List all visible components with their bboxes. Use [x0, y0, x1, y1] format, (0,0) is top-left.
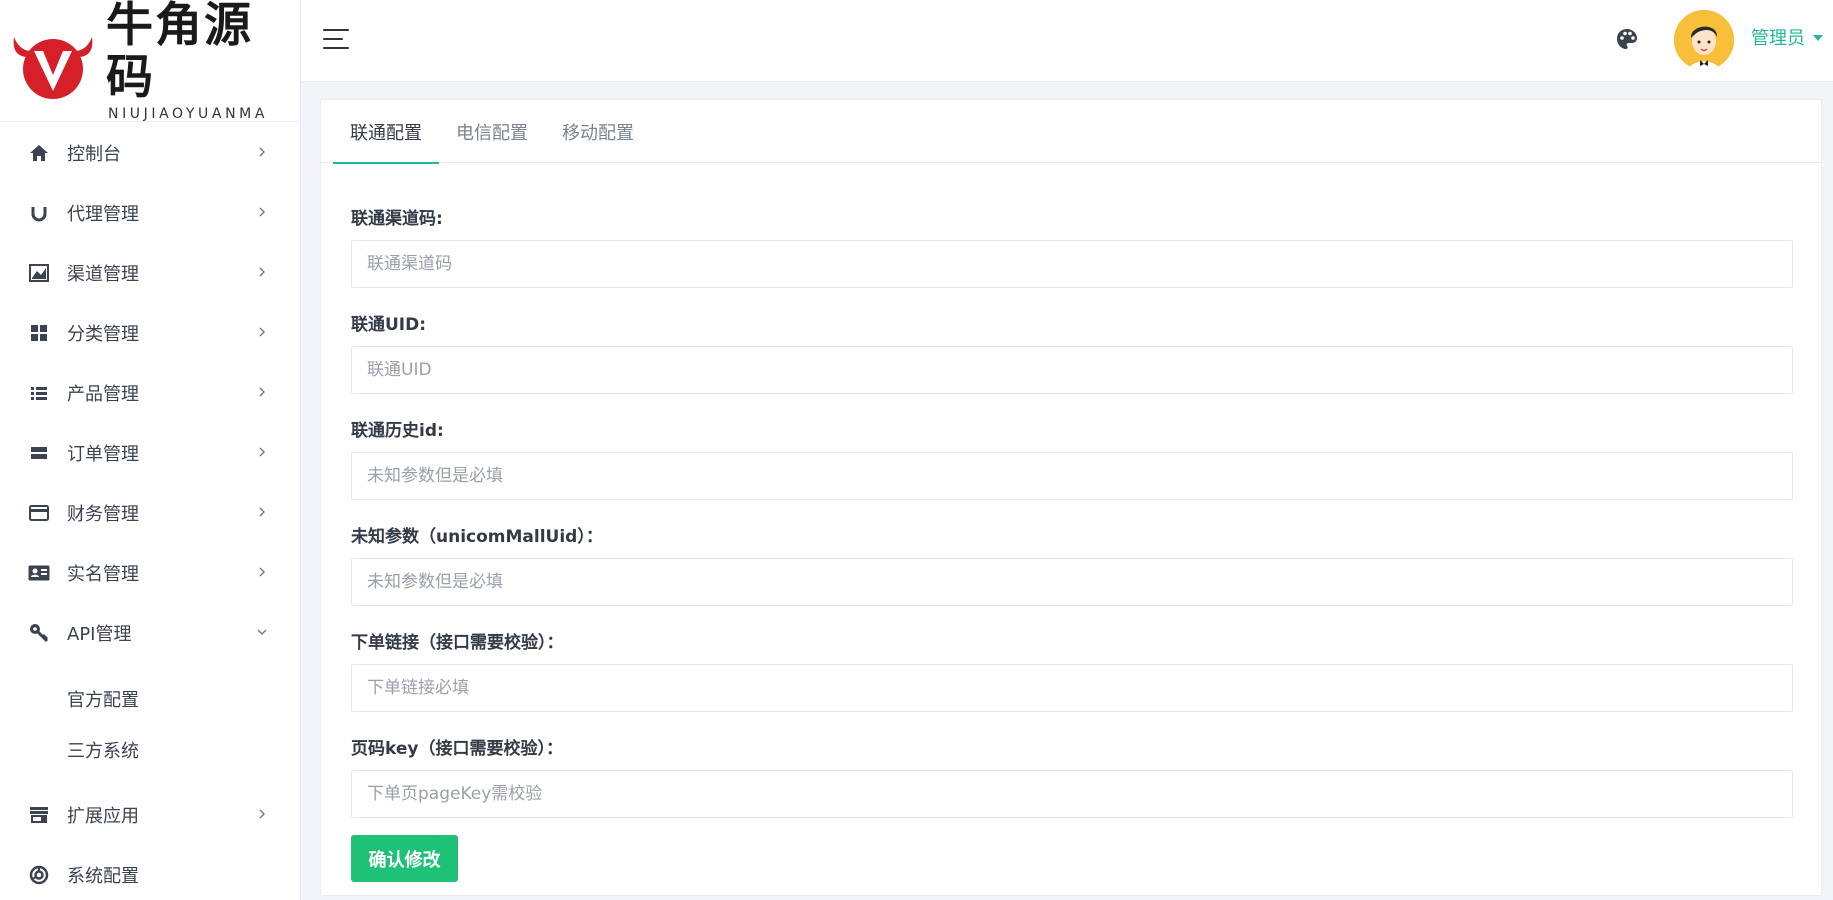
sidebar-item-label: 系统配置 — [67, 866, 139, 887]
sidebar-item-system-config[interactable]: 系统配置 — [0, 845, 300, 900]
chevron-down-icon — [254, 624, 270, 640]
card-icon — [28, 502, 50, 524]
store-icon — [28, 804, 50, 826]
user-name-label: 管理员 — [1751, 28, 1805, 49]
chevron-right-icon — [254, 444, 270, 460]
grid-icon — [28, 322, 50, 344]
sidebar-item-label: 控制台 — [67, 144, 121, 165]
top-header: 管理员 — [301, 0, 1833, 82]
user-menu[interactable]: 管理员 — [1751, 24, 1823, 50]
page-key-label: 页码key（接口需要校验）： — [351, 739, 563, 759]
form-field: 联通渠道码: — [351, 206, 1793, 288]
unicom-config-form: 联通渠道码: 联通UID: 联通历史id: 未知参数（unicomMallUid… — [351, 206, 1793, 882]
chart-icon — [28, 262, 50, 284]
sidebar-item-dashboard[interactable]: 控制台 — [0, 123, 300, 183]
tab-telecom-config[interactable]: 电信配置 — [439, 100, 545, 163]
mall-uid-input[interactable] — [351, 558, 1793, 606]
sidebar-item-label: 产品管理 — [67, 384, 139, 405]
palette-icon[interactable] — [1614, 26, 1640, 52]
sidebar-item-categories[interactable]: 分类管理 — [0, 303, 300, 363]
menu-toggle-icon[interactable] — [323, 29, 349, 50]
chevron-right-icon — [254, 264, 270, 280]
sidebar-item-label: 渠道管理 — [67, 264, 139, 285]
sidebar: 牛角源码 NIUJIAOYUANMA 控制台 代理管理 渠道管理 分类管理 产品… — [0, 0, 301, 900]
sidebar-item-api[interactable]: API管理 — [0, 603, 300, 663]
channel-code-input[interactable] — [351, 240, 1793, 288]
chevron-right-icon — [254, 324, 270, 340]
order-icon — [28, 442, 50, 464]
config-card: 联通配置 电信配置 移动配置 联通渠道码: 联通UID: 联通历史id: 未知参… — [320, 99, 1822, 896]
history-id-input[interactable] — [351, 452, 1793, 500]
form-field: 联通UID: — [351, 312, 1793, 394]
sidebar-item-label: API管理 — [67, 624, 132, 645]
form-field: 下单链接（接口需要校验）： — [351, 630, 1793, 712]
sidebar-item-products[interactable]: 产品管理 — [0, 363, 300, 423]
sidebar-item-label: 实名管理 — [67, 564, 139, 585]
sidebar-item-agents[interactable]: 代理管理 — [0, 183, 300, 243]
home-icon — [28, 142, 50, 164]
page-key-input[interactable] — [351, 770, 1793, 818]
sidebar-item-label: 订单管理 — [67, 444, 139, 465]
uid-label: 联通UID: — [351, 315, 427, 335]
sidebar-item-channels[interactable]: 渠道管理 — [0, 243, 300, 303]
avatar[interactable] — [1674, 10, 1734, 70]
sidebar-item-label: 扩展应用 — [67, 806, 139, 827]
settings-icon — [28, 864, 50, 886]
history-id-label: 联通历史id: — [351, 421, 444, 441]
sidebar-item-finance[interactable]: 财务管理 — [0, 483, 300, 543]
tab-mobile-config[interactable]: 移动配置 — [545, 100, 651, 163]
sidebar-item-label: 分类管理 — [67, 324, 139, 345]
sidebar-item-extensions[interactable]: 扩展应用 — [0, 785, 300, 845]
sidebar-nav: 控制台 代理管理 渠道管理 分类管理 产品管理 订单管理 财务管理 实名管理 A… — [0, 123, 300, 900]
uid-input[interactable] — [351, 346, 1793, 394]
chevron-right-icon — [254, 144, 270, 160]
logo[interactable]: 牛角源码 NIUJIAOYUANMA — [0, 0, 300, 122]
form-field: 联通历史id: — [351, 418, 1793, 500]
form-field: 未知参数（unicomMallUid）： — [351, 524, 1793, 606]
order-link-input[interactable] — [351, 664, 1793, 712]
bull-logo-icon — [8, 21, 98, 101]
confirm-button[interactable]: 确认修改 — [351, 835, 458, 882]
sidebar-item-label: 财务管理 — [67, 504, 139, 525]
chevron-right-icon — [254, 504, 270, 520]
sidebar-item-label: 代理管理 — [67, 204, 139, 225]
sidebar-subitem-third-party[interactable]: 三方系统 — [0, 724, 300, 775]
chevron-right-icon — [254, 204, 270, 220]
chevron-right-icon — [254, 384, 270, 400]
api-submenu: 官方配置 三方系统 — [0, 663, 300, 785]
chevron-right-icon — [254, 564, 270, 580]
tab-unicom-config[interactable]: 联通配置 — [333, 100, 439, 164]
key-icon — [28, 622, 50, 644]
caret-down-icon — [1813, 35, 1823, 41]
sidebar-subitem-official-config[interactable]: 官方配置 — [0, 673, 300, 724]
order-link-label: 下单链接（接口需要校验）： — [351, 633, 564, 653]
sidebar-item-realname[interactable]: 实名管理 — [0, 543, 300, 603]
brand-subtitle: NIUJIAOYUANMA — [108, 105, 268, 122]
magnet-icon — [28, 202, 50, 224]
mall-uid-label: 未知参数（unicomMallUid）： — [351, 527, 603, 547]
sidebar-item-orders[interactable]: 订单管理 — [0, 423, 300, 483]
tab-bar: 联通配置 电信配置 移动配置 — [321, 100, 1821, 164]
chevron-right-icon — [254, 806, 270, 822]
form-field: 页码key（接口需要校验）： — [351, 736, 1793, 818]
id-card-icon — [28, 562, 50, 584]
channel-code-label: 联通渠道码: — [351, 209, 443, 229]
list-icon — [28, 382, 50, 404]
brand-name: 牛角源码 — [106, 0, 253, 105]
